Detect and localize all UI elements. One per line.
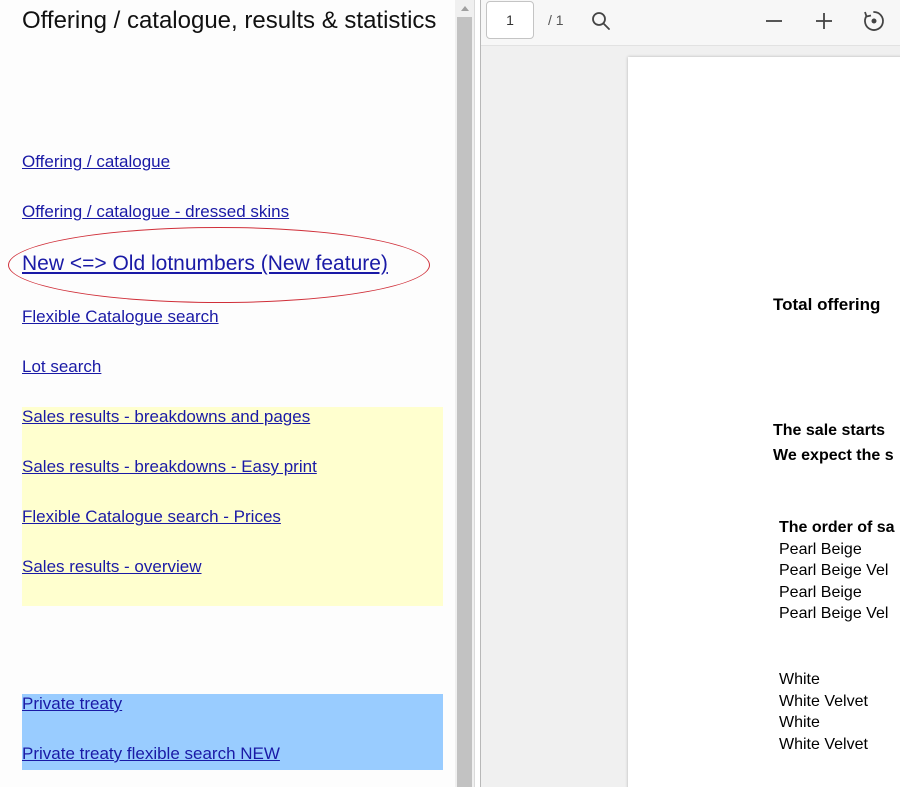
list-item: White: [779, 714, 820, 731]
list-item: Pearl Beige: [779, 584, 862, 601]
pdf-page: Total offering The sale starts We expect…: [628, 57, 900, 787]
page-number-input[interactable]: [486, 1, 534, 39]
pdf-viewer: / 1 Total offering The sale starts We ex…: [481, 0, 900, 787]
scroll-up-arrow-icon[interactable]: [455, 0, 474, 17]
scrollbar-thumb[interactable]: [457, 17, 472, 787]
zoom-in-icon[interactable]: [812, 9, 836, 33]
list-item: Pearl Beige: [779, 541, 862, 558]
list-item: White Velvet: [779, 693, 868, 710]
private-treaty-link[interactable]: Private treaty: [22, 694, 122, 714]
flexible-catalogue-search-link[interactable]: Flexible Catalogue search: [22, 307, 219, 327]
left-frame: Offering / catalogue, results & statisti…: [0, 0, 455, 787]
sales-breakdowns-pages-link[interactable]: Sales results - breakdowns and pages: [22, 407, 310, 427]
search-icon[interactable]: [589, 9, 613, 33]
offering-dressed-skins-link[interactable]: Offering / catalogue - dressed skins: [22, 202, 289, 222]
page-total-label: / 1: [548, 12, 564, 28]
sale-starts-text: The sale starts: [773, 422, 886, 439]
list-item: White: [779, 671, 820, 688]
list-item: White Velvet: [779, 736, 868, 753]
page-title: Offering / catalogue, results & statisti…: [22, 7, 437, 34]
order-of-sale-heading: The order of sa: [779, 519, 895, 536]
lot-search-link[interactable]: Lot search: [22, 357, 101, 377]
new-old-lotnumbers-link[interactable]: New <=> Old lotnumbers (New feature): [22, 252, 388, 276]
flexible-search-prices-link[interactable]: Flexible Catalogue search - Prices: [22, 507, 281, 527]
offering-catalogue-link[interactable]: Offering / catalogue: [22, 152, 170, 172]
sales-breakdowns-easy-print-link[interactable]: Sales results - breakdowns - Easy print: [22, 457, 317, 477]
we-expect-text: We expect the s: [773, 447, 894, 464]
zoom-out-icon[interactable]: [762, 9, 786, 33]
list-item: Pearl Beige Vel: [779, 605, 889, 622]
total-offering-heading: Total offering: [773, 295, 881, 314]
rotate-icon[interactable]: [862, 9, 886, 33]
list-item: Pearl Beige Vel: [779, 562, 889, 579]
frame-divider[interactable]: [474, 0, 481, 787]
private-treaty-flexible-search-link[interactable]: Private treaty flexible search NEW: [22, 744, 280, 764]
left-scrollbar[interactable]: [455, 0, 474, 787]
sales-overview-link[interactable]: Sales results - overview: [22, 557, 202, 577]
pdf-toolbar: / 1: [481, 0, 900, 46]
